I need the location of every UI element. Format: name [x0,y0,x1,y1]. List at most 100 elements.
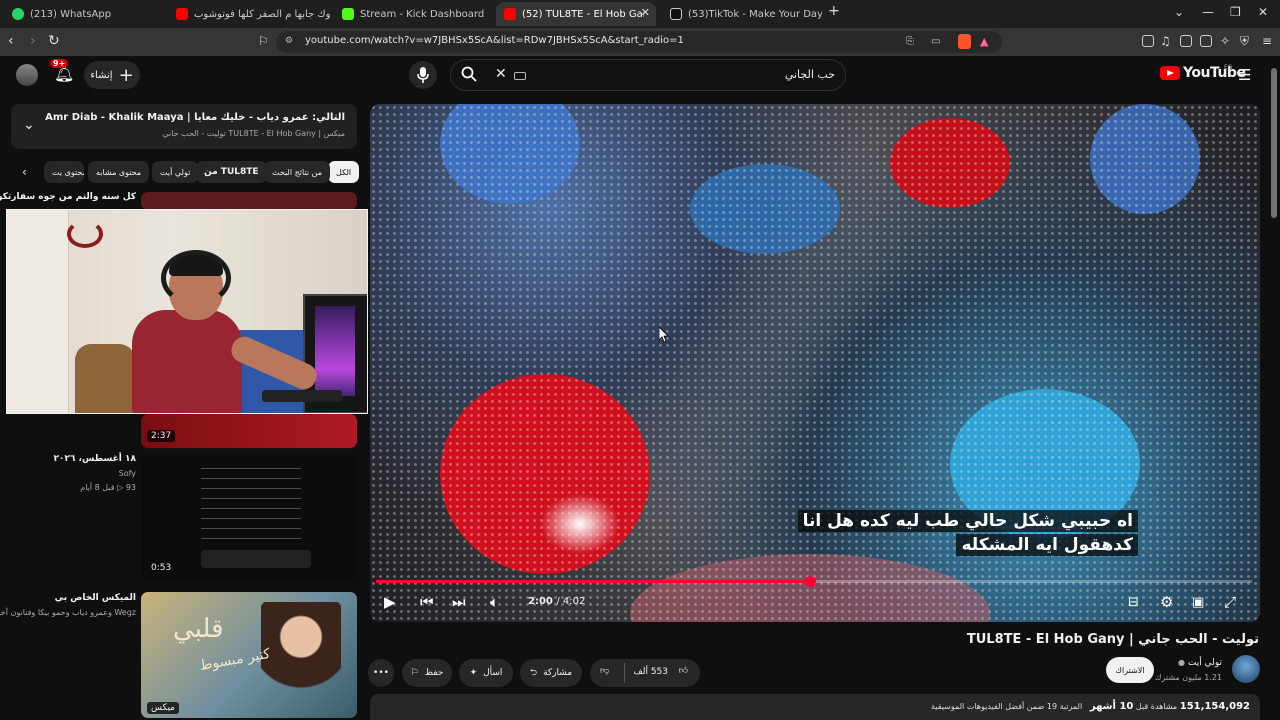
extensions-icon[interactable] [1142,35,1154,47]
pc-rgb-glow [315,306,355,396]
translate-icon[interactable]: ⎘ [906,36,914,47]
channel-name[interactable]: تولي أيت ● [1178,658,1222,668]
channel-avatar[interactable] [1232,655,1260,683]
captions-icon[interactable]: ⊟ [1128,595,1139,610]
channel-name-text: تولي أيت [1187,658,1222,668]
tab-tiktok[interactable]: (53)TikTok - Make Your Day [662,2,822,26]
mouse-cursor-icon [659,327,669,343]
chip-similar[interactable]: محتوى مشابه [88,161,150,183]
captions: اه حبيبي شكل حالي طب ليه كده هل انا كدهق… [797,508,1138,556]
sidebar-item-title[interactable]: ١٨ أغسطس، ٢٠٢٦ [53,454,136,464]
more-actions-button[interactable]: ••• [368,659,394,687]
playlist-header[interactable]: ⌄ التالي: عمرو دياب - خليك معايا | Amr D… [11,104,357,149]
cast-icon[interactable]: ▭ [931,36,940,47]
settings-icon[interactable]: ⚙ [1160,593,1173,611]
sidebar-icon[interactable] [1180,35,1192,47]
sparkle-icon: ✦ [469,668,478,678]
description-meta: 151,154,092 مشاهدة قبل 10 أشهر المرتبة 1… [931,701,1250,712]
miniplayer-icon[interactable]: ▣ [1192,595,1204,610]
minimize-button[interactable]: — [1202,5,1214,19]
thumbs-up-icon[interactable]: 👍︎ [679,666,688,676]
chevron-down-icon[interactable]: ⌄ [23,117,35,133]
share-button[interactable]: مشاركة ⮌ [520,659,582,687]
site-info-icon[interactable]: ⚙ [285,36,293,46]
video-title: توليت - الحب جاني | TUL8TE - El Hob Gany [966,632,1259,647]
search-input[interactable]: ✕ حب الجاني [450,59,846,91]
save-button[interactable]: حفظ ⚐ [402,659,452,687]
wallet-icon[interactable] [1200,35,1212,47]
sidebar-item-title[interactable]: كل سنه والتم من جوه سفارتكو محبي ( [0,192,136,202]
views-suffix: مشاهدة [1150,702,1178,711]
divider [624,663,625,683]
like-count: 553 ألف [633,667,668,677]
hamburger-menu-icon[interactable]: ☰ [1238,66,1251,84]
tab-label: (52) اخوك جابها م الصفر كلها فوتوشوب [194,8,330,20]
ask-button[interactable]: اسأل ✦ [459,659,513,687]
tiktok-icon [670,8,682,20]
reload-icon[interactable]: ↻ [48,33,60,49]
fullscreen-icon[interactable]: ⤢ [1224,593,1236,611]
leo-ai-icon[interactable]: ✧ [1220,34,1230,48]
chip-all[interactable]: الكل [328,161,360,183]
video-player[interactable]: اه حبيبي شكل حالي طب ليه كده هل انا كدهق… [370,104,1260,622]
vpn-icon[interactable]: ⛨ [1240,34,1249,49]
tab-label: Stream - Kick Dashboard [360,8,485,20]
close-window-button[interactable]: ✕ [1258,5,1268,19]
description-box[interactable]: 151,154,092 مشاهدة قبل 10 أشهر المرتبة 1… [370,694,1260,720]
thumbnail-lyrics-image [201,462,301,542]
page-scrollbar[interactable] [1271,68,1277,218]
tab-kick[interactable]: Stream - Kick Dashboard [334,2,494,26]
forward-icon[interactable]: › [30,33,36,49]
plus-icon: + [118,64,134,86]
voice-search-button[interactable] [409,61,437,89]
avatar[interactable] [16,64,38,86]
tab-search-icon[interactable]: ⌄ [1174,5,1184,19]
restore-button[interactable]: ❐ [1230,5,1241,19]
playlist-subtitle: ميكس | TUL8TE - El Hob Gany توليت - الحب… [162,129,345,138]
time-display: 2:00 / 4:02 [528,596,585,607]
volume-icon[interactable]: 🔈︎ [490,593,499,611]
sidebar-thumbnail[interactable]: 0:53 [141,454,357,580]
youtube-logo[interactable]: YouTube [1160,65,1246,81]
logo-text: YouTube [1183,65,1246,81]
new-tab-button[interactable]: + [828,3,840,19]
chip-channel[interactable]: تولي أيت [152,161,199,183]
tab-whatsapp[interactable]: (213) WhatsApp [4,2,164,26]
subscriber-count: 1.21 مليون مشترك [1154,673,1222,682]
notification-badge: 9+ [50,59,69,68]
chip-from-channel[interactable]: من TUL8TE [196,161,267,183]
play-icon[interactable]: ▶ [384,593,396,611]
address-bar[interactable]: ⚙ youtube.com/watch?v=w7JBHSx5ScA&list=R… [276,31,1002,53]
brave-rewards-icon[interactable]: ▲ [980,35,988,48]
caption-line: اه حبيبي شكل حالي طب ليه كده هل انا [797,510,1138,532]
close-tab-icon[interactable]: ✕ [641,6,650,19]
verified-icon: ● [1178,658,1186,667]
thumbs-down-icon[interactable]: 👎︎ [600,666,609,676]
bookmark-icon[interactable]: ⚐ [258,34,269,48]
chip-more[interactable]: محتوى يت [44,161,84,183]
video-duration: 2:37 [147,430,176,442]
sidebar-thumbnail[interactable]: 2:37 [141,414,357,448]
search-icon[interactable] [461,66,477,82]
back-icon[interactable]: ‹ [8,33,14,49]
progress-bar[interactable] [376,576,1252,587]
brave-shield-icon[interactable] [958,34,971,49]
next-icon[interactable]: ⏭ [452,593,466,611]
sidebar-thumbnail[interactable] [141,192,357,210]
tab-youtube-2[interactable]: (52) اخوك جابها م الصفر كلها فوتوشوب [168,2,330,26]
media-icon[interactable]: ♫ [1160,34,1171,48]
sidebar-item-channel[interactable]: Sofy [119,469,136,478]
previous-icon[interactable]: ⏮ [420,593,434,611]
keyboard-icon[interactable] [514,72,526,80]
youtube-icon [504,8,516,20]
chip-from-search[interactable]: من نتائج البحث [264,161,331,183]
tab-youtube-active[interactable]: (52) TUL8TE - El Hob Gany | توليت ✕ [496,2,656,26]
browser-toolbar: ‹ › ↻ ⚐ ⚙ youtube.com/watch?v=w7JBHSx5Sc… [0,28,1280,56]
chevron-left-icon[interactable]: ‹ [22,165,27,179]
sidebar-thumbnail[interactable]: قلبي كتير مبسوط ميكس [141,592,357,718]
create-button[interactable]: إنشاء + [84,61,140,89]
browser-menu-icon[interactable]: ≡ [1262,34,1272,48]
sidebar-item-title[interactable]: الميكس الخاص بي [55,593,136,603]
subscribe-button[interactable]: الاشتراك [1106,657,1154,683]
clear-search-icon[interactable]: ✕ [495,66,507,82]
